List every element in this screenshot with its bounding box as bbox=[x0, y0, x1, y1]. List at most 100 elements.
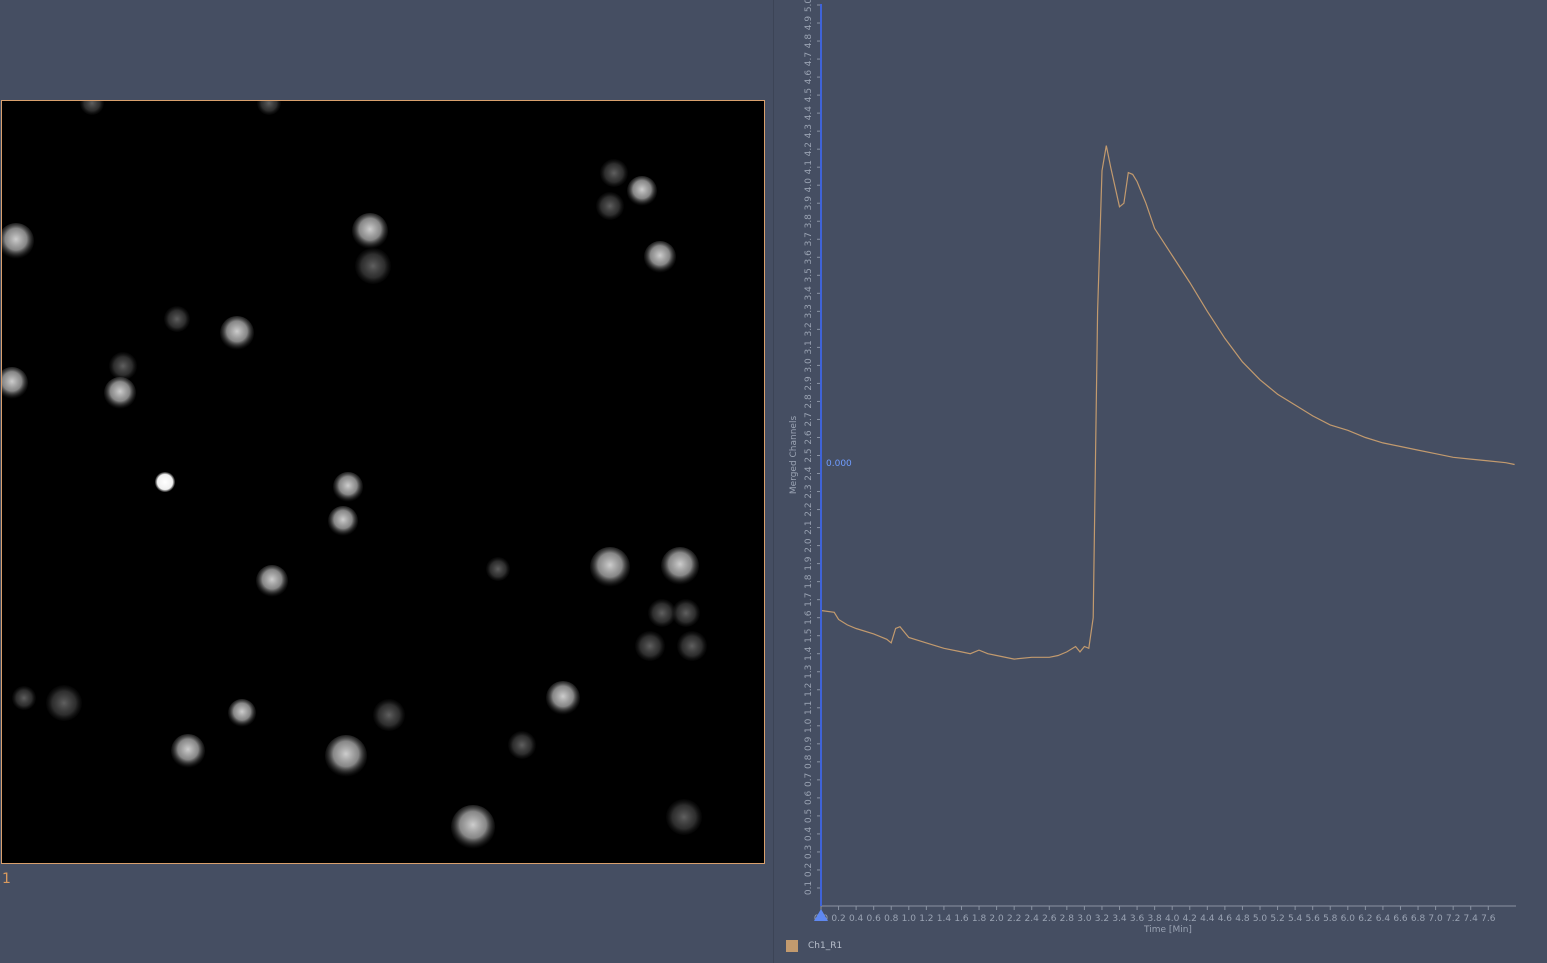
y-tick-label: 1.6 bbox=[804, 610, 814, 625]
y-tick-label: 2.8 bbox=[804, 394, 814, 409]
y-tick-label: 4.5 bbox=[804, 88, 814, 102]
cell bbox=[220, 316, 254, 350]
x-tick-label: 4.6 bbox=[1218, 914, 1233, 924]
cell bbox=[328, 506, 358, 536]
cell bbox=[333, 472, 363, 502]
x-tick-label: 0.2 bbox=[831, 914, 845, 924]
x-tick-label: 6.2 bbox=[1358, 914, 1372, 924]
bright-cell bbox=[155, 472, 175, 492]
x-tick-label: 3.2 bbox=[1095, 914, 1109, 924]
y-tick-label: 1.2 bbox=[804, 683, 814, 697]
y-tick-label: 1.3 bbox=[804, 665, 814, 679]
cell bbox=[104, 377, 136, 409]
y-tick-label: 2.3 bbox=[804, 484, 814, 498]
x-tick-label: 0.6 bbox=[867, 914, 882, 924]
y-tick-label: 0.1 bbox=[804, 881, 814, 895]
chart-pane: 0.00.20.40.60.81.01.21.41.61.82.02.22.42… bbox=[774, 0, 1547, 963]
y-tick-label: 2.0 bbox=[804, 538, 814, 553]
y-tick-label: 4.0 bbox=[804, 178, 814, 193]
y-tick-label: 3.4 bbox=[804, 286, 814, 301]
y-tick-label: 2.4 bbox=[804, 466, 814, 481]
cell bbox=[451, 805, 495, 849]
x-tick-label: 1.0 bbox=[902, 914, 917, 924]
cell bbox=[666, 799, 702, 835]
x-tick-label: 5.8 bbox=[1323, 914, 1338, 924]
y-tick-label: 4.4 bbox=[804, 106, 814, 121]
y-tick-label: 5.0 bbox=[804, 0, 814, 12]
x-tick-label: 3.6 bbox=[1130, 914, 1145, 924]
x-tick-label: 5.0 bbox=[1253, 914, 1268, 924]
x-tick-label: 6.4 bbox=[1376, 914, 1391, 924]
y-tick-label: 3.5 bbox=[804, 268, 814, 282]
cell bbox=[256, 565, 288, 597]
cursor-value-label: 0.000 bbox=[826, 459, 852, 469]
y-tick-label: 0.3 bbox=[804, 845, 814, 859]
x-tick-label: 4.0 bbox=[1165, 914, 1180, 924]
y-tick-label: 1.1 bbox=[804, 701, 814, 715]
x-tick-label: 7.4 bbox=[1464, 914, 1479, 924]
y-tick-label: 0.7 bbox=[804, 773, 814, 787]
x-tick-label: 6.6 bbox=[1393, 914, 1408, 924]
y-tick-label: 4.9 bbox=[804, 16, 814, 31]
x-tick-label: 2.6 bbox=[1042, 914, 1057, 924]
cell bbox=[648, 599, 676, 627]
x-tick-label: 5.4 bbox=[1288, 914, 1303, 924]
x-tick-label: 3.0 bbox=[1077, 914, 1092, 924]
y-tick-label: 3.7 bbox=[804, 232, 814, 246]
x-tick-label: 3.4 bbox=[1112, 914, 1127, 924]
y-tick-label: 0.6 bbox=[804, 790, 814, 805]
x-tick-label: 0.4 bbox=[849, 914, 864, 924]
x-tick-label: 2.8 bbox=[1060, 914, 1075, 924]
y-tick-label: 2.1 bbox=[804, 520, 814, 534]
legend-swatch[interactable] bbox=[786, 940, 798, 952]
x-axis-title: Time [Min] bbox=[1143, 925, 1192, 935]
legend-label: Ch1_R1 bbox=[808, 941, 843, 951]
x-tick-label: 5.2 bbox=[1270, 914, 1284, 924]
x-tick-label: 2.2 bbox=[1007, 914, 1021, 924]
y-tick-label: 2.2 bbox=[804, 502, 814, 516]
cell bbox=[600, 159, 628, 187]
y-tick-label: 3.6 bbox=[804, 250, 814, 265]
y-tick-label: 4.6 bbox=[804, 70, 814, 85]
y-tick-label: 4.8 bbox=[804, 34, 814, 49]
x-tick-label: 7.6 bbox=[1481, 914, 1496, 924]
y-tick-label: 2.7 bbox=[804, 412, 814, 426]
cell bbox=[508, 731, 536, 759]
microscopy-image bbox=[2, 101, 764, 863]
y-tick-label: 1.8 bbox=[804, 574, 814, 589]
x-tick-label: 3.8 bbox=[1147, 914, 1162, 924]
y-tick-label: 3.2 bbox=[804, 322, 814, 336]
x-tick-label: 2.4 bbox=[1025, 914, 1040, 924]
y-tick-label: 1.9 bbox=[804, 556, 814, 571]
y-tick-label: 4.1 bbox=[804, 160, 814, 174]
x-tick-label: 7.0 bbox=[1428, 914, 1443, 924]
cell bbox=[635, 631, 665, 661]
cell bbox=[590, 547, 630, 587]
cell bbox=[171, 734, 205, 768]
y-tick-label: 3.8 bbox=[804, 214, 814, 229]
y-tick-label: 0.8 bbox=[804, 754, 814, 769]
cell bbox=[596, 192, 624, 220]
cell bbox=[355, 248, 391, 284]
y-tick-label: 1.0 bbox=[804, 718, 814, 733]
y-tick-label: 0.2 bbox=[804, 863, 814, 877]
y-tick-label: 2.9 bbox=[804, 376, 814, 391]
y-tick-label: 2.6 bbox=[804, 430, 814, 445]
cell bbox=[109, 352, 137, 380]
y-tick-label: 4.7 bbox=[804, 52, 814, 66]
cell bbox=[486, 557, 510, 581]
line-chart[interactable]: 0.00.20.40.60.81.01.21.41.61.82.02.22.42… bbox=[774, 0, 1547, 963]
y-axis-title: Merged Channels bbox=[789, 416, 799, 495]
microscopy-image-frame[interactable] bbox=[1, 100, 765, 864]
y-tick-label: 1.5 bbox=[804, 629, 814, 643]
chart-legend: Ch1_R1 bbox=[786, 940, 842, 952]
x-tick-label: 4.8 bbox=[1235, 914, 1250, 924]
y-tick-label: 3.9 bbox=[804, 196, 814, 211]
cell bbox=[373, 699, 405, 731]
y-tick-label: 3.0 bbox=[804, 358, 814, 373]
x-tick-label: 5.6 bbox=[1306, 914, 1321, 924]
image-index-label: 1 bbox=[2, 871, 11, 887]
x-tick-label: 0.8 bbox=[884, 914, 899, 924]
y-tick-label: 1.4 bbox=[804, 646, 814, 661]
cell bbox=[228, 699, 256, 727]
